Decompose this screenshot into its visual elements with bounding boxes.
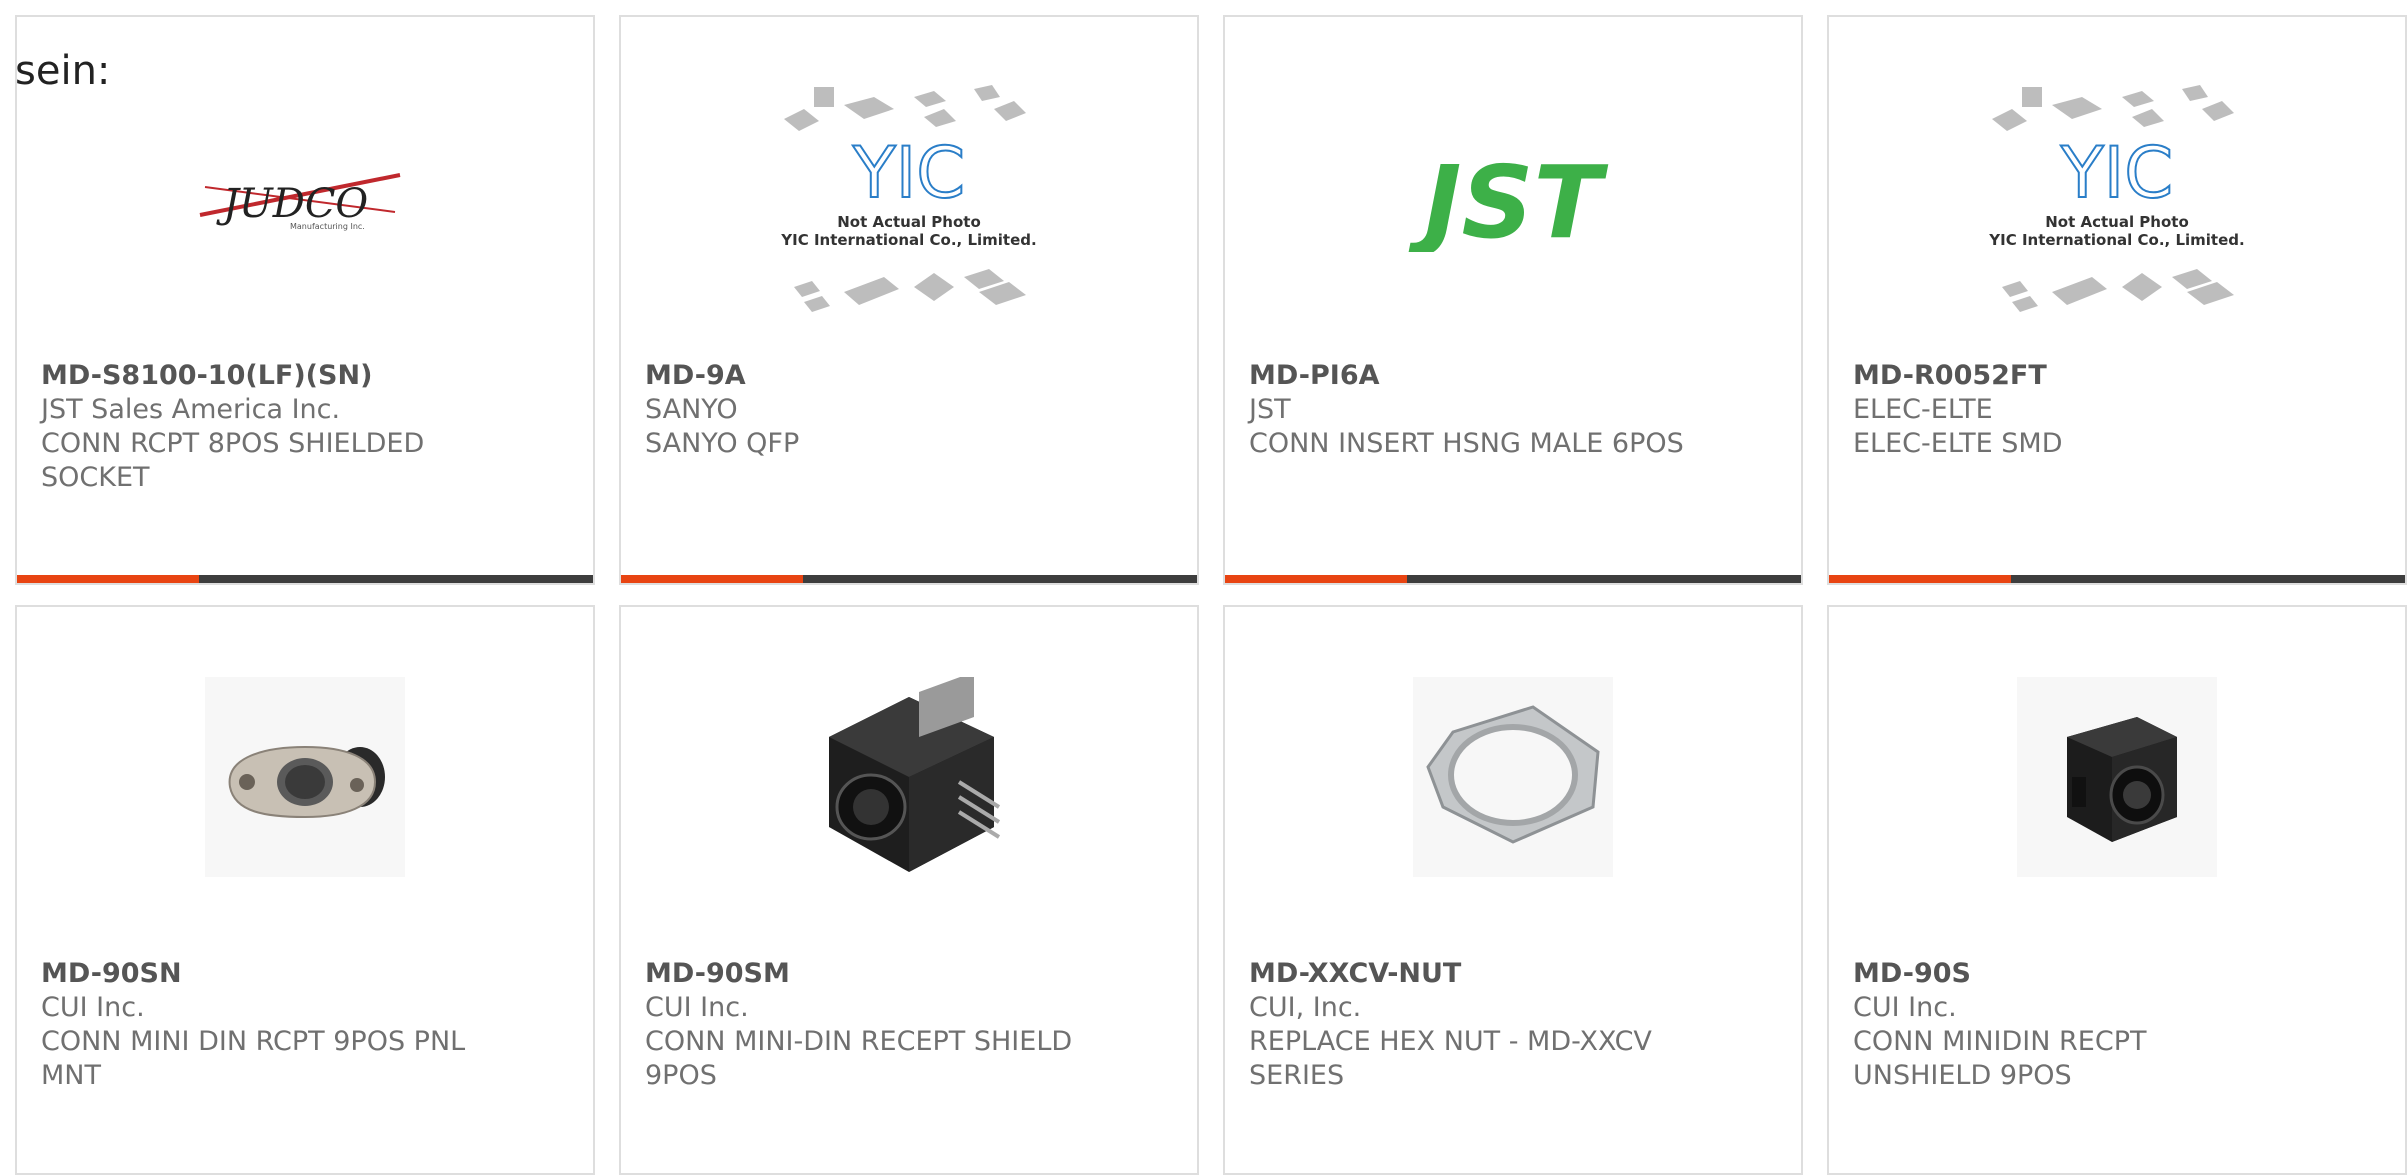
- header-label: sein:: [15, 48, 111, 94]
- part-number[interactable]: MD-R0052FT: [1853, 359, 2381, 393]
- panel-mount-din-connector-icon: [205, 677, 405, 877]
- part-number[interactable]: MD-90SM: [645, 957, 1173, 991]
- product-card[interactable]: YIC Not Actual Photo YIC International C…: [619, 15, 1199, 585]
- product-image[interactable]: YIC Not Actual Photo YIC International C…: [621, 57, 1197, 347]
- svg-text:YIC International Co., Limited: YIC International Co., Limited.: [1988, 231, 2244, 249]
- card-bar-accent: [1829, 575, 2011, 583]
- unshielded-din-connector-icon: [2017, 677, 2217, 877]
- manufacturer: SANYO: [645, 394, 738, 425]
- svg-text:JST: JST: [1407, 152, 1608, 252]
- shielded-din-connector-icon: [829, 677, 1001, 872]
- svg-text:Not Actual Photo: Not Actual Photo: [2045, 213, 2189, 231]
- card-bar: [17, 575, 593, 583]
- part-number[interactable]: MD-90SN: [41, 957, 569, 991]
- description: CONN INSERT HSNG MALE 6POS: [1249, 428, 1684, 459]
- card-bar: [1829, 575, 2405, 583]
- product-card[interactable]: MD-XXCV-NUT CUI, Inc. REPLACE HEX NUT - …: [1223, 605, 1803, 1175]
- description: CONN RCPT 8POS SHIELDED SOCKET: [41, 428, 425, 493]
- card-bar: [1225, 575, 1801, 583]
- description: CONN MINIDIN RECPT UNSHIELD 9POS: [1853, 1026, 2147, 1091]
- hex-nut-icon: [1413, 677, 1613, 877]
- product-image[interactable]: [1225, 667, 1801, 887]
- product-card[interactable]: MD-90S CUI Inc. CONN MINIDIN RECPT UNSHI…: [1827, 605, 2407, 1175]
- product-image[interactable]: [17, 667, 593, 887]
- description: CONN MINI DIN RCPT 9POS PNL MNT: [41, 1026, 466, 1091]
- product-image[interactable]: JST: [1225, 57, 1801, 347]
- yic-placeholder-icon: YIC Not Actual Photo YIC International C…: [780, 85, 1037, 312]
- yic-placeholder-icon: YIC Not Actual Photo YIC International C…: [1988, 85, 2245, 312]
- description: CONN MINI-DIN RECEPT SHIELD 9POS: [645, 1026, 1073, 1091]
- manufacturer: JST: [1249, 394, 1291, 425]
- product-card[interactable]: MD-90SN CUI Inc. CONN MINI DIN RCPT 9POS…: [15, 605, 595, 1175]
- manufacturer: CUI Inc.: [645, 992, 749, 1023]
- svg-text:YIC: YIC: [2060, 132, 2173, 214]
- part-number[interactable]: MD-S8100-10(LF)(SN): [41, 359, 569, 393]
- judco-logo-icon: JUDCO Manufacturing Inc.: [199, 173, 401, 231]
- product-card[interactable]: MD-90SM CUI Inc. CONN MINI-DIN RECEPT SH…: [619, 605, 1199, 1175]
- product-grid: JUDCO Manufacturing Inc. MD-S8100-10(LF)…: [15, 15, 2407, 1175]
- svg-text:Not Actual Photo: Not Actual Photo: [837, 213, 981, 231]
- card-bar-accent: [1225, 575, 1407, 583]
- product-card[interactable]: JUDCO Manufacturing Inc. MD-S8100-10(LF)…: [15, 15, 595, 585]
- card-bar: [621, 575, 1197, 583]
- manufacturer: ELEC-ELTE: [1853, 394, 1993, 425]
- product-card[interactable]: JST MD-PI6A JST CONN INSERT HSNG MALE 6P…: [1223, 15, 1803, 585]
- manufacturer: CUI Inc.: [1853, 992, 1957, 1023]
- product-image[interactable]: [1829, 667, 2405, 887]
- manufacturer: CUI, Inc.: [1249, 992, 1362, 1023]
- svg-text:YIC: YIC: [852, 132, 965, 214]
- card-bar-accent: [17, 575, 199, 583]
- part-number[interactable]: MD-9A: [645, 359, 1173, 393]
- card-bar-accent: [621, 575, 803, 583]
- product-image[interactable]: YIC Not Actual Photo YIC International C…: [1829, 57, 2405, 347]
- product-image[interactable]: [621, 667, 1197, 887]
- part-number[interactable]: MD-PI6A: [1249, 359, 1777, 393]
- jst-logo-icon: JST: [1407, 152, 1608, 252]
- description: ELEC-ELTE SMD: [1853, 428, 2063, 459]
- product-card[interactable]: YIC Not Actual Photo YIC International C…: [1827, 15, 2407, 585]
- svg-text:YIC International Co., Limited: YIC International Co., Limited.: [780, 231, 1036, 249]
- description: REPLACE HEX NUT - MD-XXCV SERIES: [1249, 1026, 1652, 1091]
- manufacturer: JST Sales America Inc.: [41, 394, 341, 425]
- part-number[interactable]: MD-90S: [1853, 957, 2381, 991]
- svg-text:JUDCO: JUDCO: [216, 181, 368, 227]
- product-image[interactable]: JUDCO Manufacturing Inc.: [17, 57, 593, 347]
- part-number[interactable]: MD-XXCV-NUT: [1249, 957, 1777, 991]
- svg-text:Manufacturing Inc.: Manufacturing Inc.: [290, 222, 365, 231]
- manufacturer: CUI Inc.: [41, 992, 145, 1023]
- description: SANYO QFP: [645, 428, 800, 459]
